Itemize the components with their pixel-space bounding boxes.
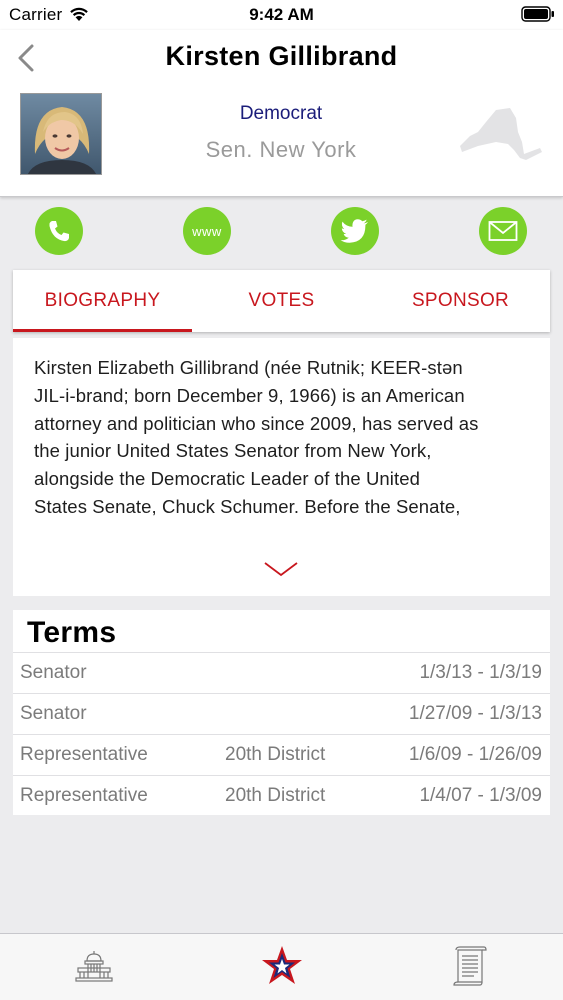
expand-chevron-down-icon[interactable] — [263, 560, 299, 578]
table-row: Senator 1/27/09 - 1/3/13 — [13, 693, 550, 734]
status-time: 9:42 AM — [249, 5, 314, 24]
seat-label: Sen. New York — [205, 137, 357, 162]
contact-row: www — [0, 207, 563, 263]
tab-bar-legislators[interactable] — [260, 944, 304, 988]
website-button[interactable]: www — [183, 207, 231, 255]
tab-votes-label: VOTES — [248, 290, 315, 311]
term-district: 20th District — [225, 785, 326, 806]
document-icon — [453, 946, 487, 986]
page-title: Kirsten Gillibrand — [165, 41, 398, 71]
bottom-tab-bar — [0, 933, 563, 1000]
section-tabs: BIOGRAPHY VOTES SPONSOR — [13, 270, 550, 332]
term-role: Senator — [20, 662, 87, 683]
terms-card: Terms Senator 1/3/13 - 1/3/19 Senator 1/… — [13, 610, 550, 815]
party-label: Democrat — [239, 103, 323, 124]
biography-text: Kirsten Elizabeth Gillibrand (née Rutnik… — [34, 354, 534, 521]
term-role: Senator — [20, 703, 87, 724]
biography-line: Kirsten Elizabeth Gillibrand (née Rutnik… — [34, 357, 463, 378]
twitter-button[interactable] — [331, 207, 379, 255]
selected-tab-indicator — [13, 329, 192, 332]
mail-icon — [488, 221, 518, 241]
twitter-icon — [340, 219, 368, 243]
term-dates: 1/4/07 - 1/3/09 — [419, 785, 542, 806]
table-row: Senator 1/3/13 - 1/3/19 — [13, 652, 550, 693]
biography-line: JIL-i-brand; born December 9, 1966) is a… — [34, 384, 465, 406]
profile-header: Kirsten Gillibrand Democrat Sen. New Yor… — [0, 30, 563, 197]
tab-bar-bills[interactable] — [448, 944, 492, 988]
tab-sponsor-label: SPONSOR — [411, 290, 510, 311]
email-button[interactable] — [479, 207, 527, 255]
biography-line: attorney and politician who since 2009, … — [34, 412, 479, 434]
status-bar: Carrier 9:42 AM — [0, 0, 563, 30]
term-dates: 1/6/09 - 1/26/09 — [408, 744, 542, 765]
avatar — [20, 93, 102, 175]
table-row: Representative 20th District 1/6/09 - 1/… — [13, 734, 550, 775]
tab-bar-capitol[interactable] — [72, 944, 116, 988]
tab-biography-label: BIOGRAPHY — [44, 290, 161, 311]
new-york-state-map — [460, 108, 542, 160]
battery-icon — [521, 6, 554, 22]
biography-card: Kirsten Elizabeth Gillibrand (née Rutnik… — [13, 338, 550, 596]
term-role: Representative — [20, 744, 148, 765]
term-district: 20th District — [225, 744, 326, 765]
term-dates: 1/27/09 - 1/3/13 — [408, 703, 542, 724]
term-role: Representative — [20, 785, 148, 806]
phone-icon — [49, 221, 69, 242]
tab-votes[interactable]: VOTES — [192, 270, 371, 332]
capitol-icon — [75, 951, 113, 982]
tab-biography[interactable]: BIOGRAPHY — [13, 270, 192, 332]
biography-line: alongside the Democratic Leader of the U… — [34, 468, 421, 490]
phone-button[interactable] — [35, 207, 83, 255]
www-icon: www — [192, 223, 222, 239]
table-row: Representative 20th District 1/4/07 - 1/… — [13, 775, 550, 816]
star-icon — [262, 946, 302, 984]
tab-sponsor[interactable]: SPONSOR — [371, 270, 550, 332]
biography-line: States Senate, Chuck Schumer. Before the… — [34, 495, 461, 517]
biography-line: the junior United States Senator from Ne… — [34, 440, 432, 462]
terms-title: Terms — [27, 616, 117, 649]
term-dates: 1/3/13 - 1/3/19 — [419, 662, 542, 683]
